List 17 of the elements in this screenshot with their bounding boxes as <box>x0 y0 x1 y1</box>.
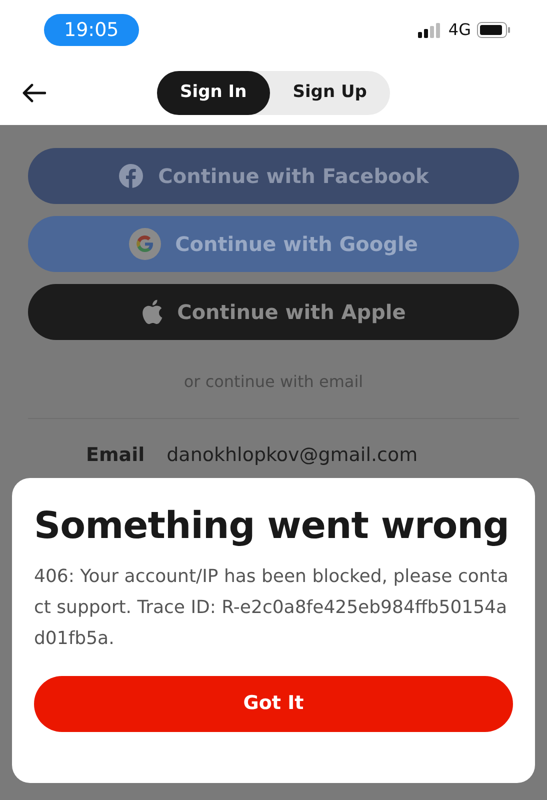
signal-icon <box>418 22 442 38</box>
social-login-button[interactable]: Continue with Facebook <box>28 148 519 204</box>
status-time: 19:05 <box>44 14 139 46</box>
facebook-icon <box>118 163 144 189</box>
social-login-button[interactable]: Continue with Apple <box>28 284 519 340</box>
apple-icon <box>141 299 164 325</box>
got-it-button[interactable]: Got It <box>34 676 513 732</box>
google-icon <box>129 228 162 260</box>
tab[interactable]: Sign In <box>157 70 270 114</box>
dialog-message: 406: Your account/IP has been blocked, please contact support. Trace ID: R-e2c0a8fe425eb984ffb50154ad01fb5a. <box>34 564 510 651</box>
back-arrow-icon[interactable] <box>22 82 46 102</box>
dialog-title: Something went wrong <box>34 506 510 547</box>
email-value: danokhlopkov@gmail.com <box>166 443 418 468</box>
email-label: Email <box>86 443 145 468</box>
tab[interactable]: Sign Up <box>270 70 390 114</box>
battery-icon <box>477 22 511 38</box>
network-label: 4G <box>448 19 471 41</box>
